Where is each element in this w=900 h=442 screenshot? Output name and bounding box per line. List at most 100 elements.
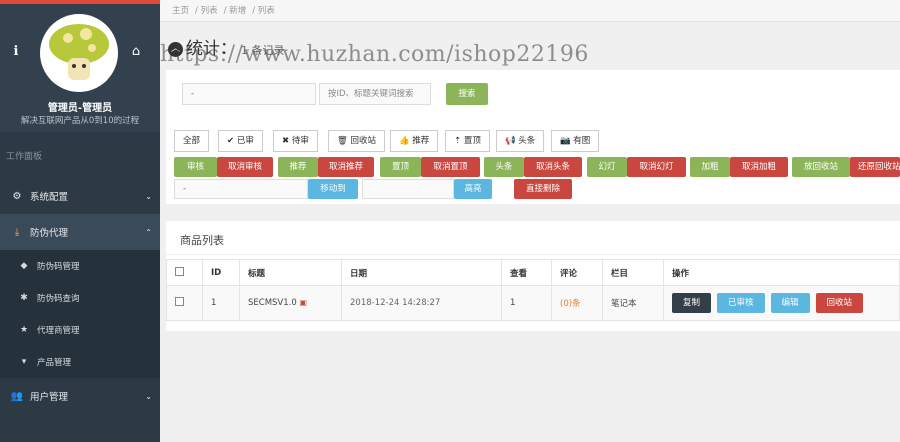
- filter-approved[interactable]: ✔ 已审: [218, 130, 263, 152]
- product-title-link[interactable]: SECMSV1.0: [248, 298, 297, 308]
- chevron-down-icon: ⌄: [145, 391, 152, 401]
- edit-button[interactable]: 编辑: [770, 293, 810, 313]
- table-header-row: ID 标题 日期 查看 评论 栏目 操作: [166, 259, 900, 286]
- column-header: 栏目: [602, 259, 664, 286]
- cell-views: 1: [501, 285, 552, 321]
- highlight-button[interactable]: 高亮: [454, 179, 492, 199]
- page-title-text: 统计：: [186, 39, 237, 59]
- copy-button[interactable]: 复制: [672, 293, 712, 313]
- filter-all[interactable]: 全部: [174, 130, 210, 152]
- sidebar-item-anti-fake[interactable]: ⤓ 防伪代理 ⌃: [0, 214, 160, 250]
- filter-label: 待审: [291, 136, 309, 146]
- filter-top[interactable]: ⇡ 置顶: [445, 130, 490, 152]
- filter-label: 置顶: [463, 136, 481, 146]
- sidebar-subitem-label: 防伪码查询: [37, 294, 80, 304]
- sidebar-subitem-label: 产品管理: [37, 358, 72, 368]
- sidebar-item-label: 防伪代理: [30, 228, 69, 239]
- filter-headline[interactable]: 📢 头条: [496, 130, 545, 152]
- move-to-button[interactable]: 移动到: [308, 179, 358, 199]
- filter-label: 全部: [183, 136, 201, 146]
- filter-pending[interactable]: ✖ 待审: [273, 130, 318, 152]
- sidebar-subitem-code-manage[interactable]: ◆ 防伪码管理: [0, 250, 160, 282]
- column-header: 查看: [501, 259, 552, 286]
- column-header: 评论: [551, 259, 603, 286]
- headline-button[interactable]: 头条: [484, 157, 524, 177]
- breadcrumb-item[interactable]: 主页: [172, 6, 189, 16]
- sidebar-subitem-agent-manage[interactable]: ★ 代理商管理: [0, 314, 160, 346]
- filter-recycle[interactable]: 🗑 回收站: [328, 130, 386, 152]
- cell-date: 2018-12-24 14:28:27: [341, 285, 502, 321]
- product-table: ID 标题 日期 查看 评论 栏目 操作 1 SECMSV1.0 ▣ 2018-…: [166, 259, 900, 321]
- select-all-checkbox[interactable]: [175, 266, 184, 276]
- filter-label: 有图: [573, 136, 591, 146]
- filter-label: 推荐: [412, 136, 430, 146]
- column-header: 标题: [239, 259, 342, 286]
- download-icon: ⤓: [14, 226, 20, 238]
- highlight-input[interactable]: [362, 179, 454, 199]
- sidebar-item-system-config[interactable]: ⚙ 系统配置 ⌄: [0, 178, 160, 214]
- restore-recycle-button[interactable]: 还原回收站: [850, 157, 900, 177]
- image-icon: ▣: [299, 298, 308, 307]
- breadcrumb-item[interactable]: 新增: [229, 6, 246, 16]
- delete-button[interactable]: 直接删除: [514, 179, 572, 199]
- profile-panel: ℹ ⌂ 管理员-管理员 解决互联网产品从0到10的过程: [0, 4, 160, 132]
- sidebar-item-label: 用户管理: [30, 392, 69, 403]
- filter-label: 回收站: [350, 136, 377, 146]
- thumbs-up-icon: 👍: [399, 136, 413, 146]
- search-button[interactable]: 搜索: [446, 83, 488, 105]
- table-row: 1 SECMSV1.0 ▣ 2018-12-24 14:28:27 1 (0)条…: [166, 285, 900, 321]
- check-circle-icon: ✔: [227, 136, 237, 146]
- sidebar-item-user-manage[interactable]: 👥 用户管理 ⌄: [0, 378, 160, 414]
- unslideshow-button[interactable]: 取消幻灯: [627, 157, 686, 177]
- product-list-panel: 商品列表 ID 标题 日期 查看 评论 栏目 操作 1 SECMSV1.0 ▣ …: [166, 221, 900, 331]
- row-select-cell: [166, 285, 203, 321]
- bold-button[interactable]: 加粗: [690, 157, 730, 177]
- cell-column: 笔记本: [602, 285, 664, 321]
- sidebar-item-label: 系统配置: [30, 192, 69, 203]
- column-header: 操作: [663, 259, 900, 286]
- pin-top-button[interactable]: 置顶: [380, 157, 421, 177]
- cell-title: SECMSV1.0 ▣: [239, 285, 342, 321]
- sidebar-subitem-product-manage[interactable]: ▾ 产品管理: [0, 346, 160, 378]
- filter-recommend[interactable]: 👍 推荐: [390, 130, 439, 152]
- sidebar: ℹ ⌂ 管理员-管理员 解决互联网产品从0到10的过程 工作面板 ⚙ 系统配置 …: [0, 0, 160, 442]
- cell-comments[interactable]: (0)条: [551, 285, 603, 321]
- home-icon[interactable]: ⌂: [128, 44, 144, 60]
- page-title: ︿ 统计： 1 条记录: [168, 34, 285, 59]
- filter-label: 已审: [236, 136, 254, 146]
- search-input[interactable]: 按ID、标题关键词搜索: [319, 83, 431, 105]
- trash-icon: 🗑: [337, 136, 351, 146]
- filter-label: 头条: [518, 136, 536, 146]
- camera-icon: 📷: [560, 136, 574, 146]
- sidebar-subitem-code-query[interactable]: ✱ 防伪码查询: [0, 282, 160, 314]
- unheadline-button[interactable]: 取消头条: [524, 157, 582, 177]
- bullhorn-icon: 📢: [505, 136, 519, 146]
- move-target-select[interactable]: -: [174, 179, 308, 199]
- recommend-button[interactable]: 推荐: [278, 157, 318, 177]
- tag-icon: ◆: [20, 261, 28, 271]
- chevron-up-circle-icon[interactable]: ︿: [168, 42, 183, 57]
- approve-button[interactable]: 审核: [174, 157, 217, 177]
- slideshow-button[interactable]: 幻灯: [587, 157, 627, 177]
- record-count: 1 条记录: [241, 44, 285, 57]
- cogs-icon: ⚙: [12, 190, 22, 202]
- sidebar-subitem-label: 防伪码管理: [37, 262, 80, 272]
- breadcrumb-item[interactable]: 列表: [201, 6, 218, 16]
- users-icon: 👥: [10, 390, 24, 402]
- unrecommend-button[interactable]: 取消推荐: [318, 157, 374, 177]
- unapprove-button[interactable]: 取消审核: [217, 157, 273, 177]
- section-label: 工作面板: [6, 152, 43, 162]
- filter-has-image[interactable]: 📷 有图: [551, 130, 600, 152]
- row-checkbox[interactable]: [175, 297, 184, 306]
- cell-id: 1: [202, 285, 240, 321]
- to-recycle-button[interactable]: 放回收站: [792, 157, 850, 177]
- avatar[interactable]: [40, 14, 118, 92]
- unpin-top-button[interactable]: 取消置顶: [421, 157, 480, 177]
- approved-button[interactable]: 已审核: [717, 293, 765, 313]
- info-icon[interactable]: ℹ: [8, 44, 24, 60]
- cart-icon: ▾: [21, 357, 27, 367]
- category-select[interactable]: -: [182, 83, 316, 105]
- arrow-up-icon: ⇡: [454, 136, 464, 146]
- unbold-button[interactable]: 取消加粗: [730, 157, 788, 177]
- recycle-button[interactable]: 回收站: [815, 293, 864, 313]
